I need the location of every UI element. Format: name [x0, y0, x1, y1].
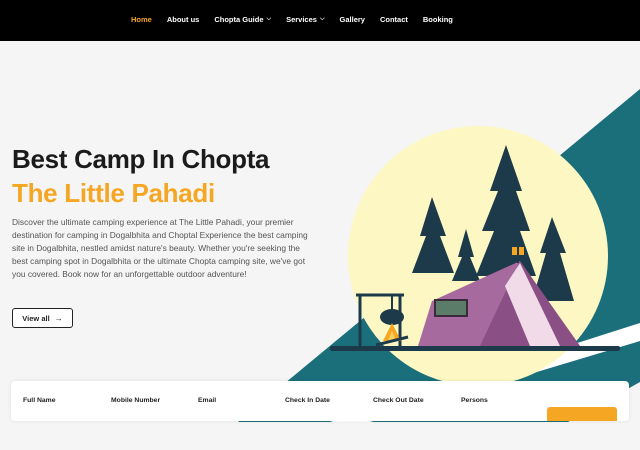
- chevron-down-icon: ⌵: [319, 16, 325, 22]
- booking-form: Full Name Mobile Number Email Check In D…: [11, 381, 629, 421]
- field-label-check-in-date: Check In Date: [285, 397, 330, 404]
- top-navigation-bar: Home About us Chopta Guide ⌵ Services ⌵ Ga…: [0, 0, 640, 41]
- field-label-check-out-date: Check Out Date: [373, 397, 424, 404]
- chevron-down-icon: ⌵: [266, 16, 272, 22]
- nav-item-label: Booking: [422, 15, 453, 24]
- nav-item-booking[interactable]: Booking: [423, 15, 453, 24]
- nav-item-label: About us: [166, 15, 200, 24]
- nav-item-label: Chopta Guide: [214, 15, 264, 24]
- nav-item-about-us[interactable]: About us: [167, 15, 200, 24]
- nav-item-label: Home: [131, 15, 152, 24]
- nav-item-label: Contact: [379, 15, 408, 24]
- field-label-full-name: Full Name: [23, 397, 56, 404]
- nav-item-services[interactable]: Services ⌵: [286, 15, 324, 24]
- field-label-email: Email: [198, 397, 217, 404]
- hero-title: Best Camp In Chopta: [12, 144, 270, 174]
- hero-description: Discover the ultimate camping experience…: [12, 217, 308, 279]
- hero-subtitle: The Little Pahadi: [12, 178, 215, 208]
- field-label-mobile-number: Mobile Number: [111, 397, 161, 404]
- arrow-right-icon: →: [54, 313, 63, 323]
- view-all-button[interactable]: View all →: [12, 308, 73, 328]
- main-nav: Home About us Chopta Guide ⌵ Services ⌵ Ga…: [131, 15, 468, 24]
- booking-submit-button[interactable]: [547, 407, 617, 421]
- nav-item-contact[interactable]: Contact: [380, 15, 408, 24]
- nav-item-gallery[interactable]: Gallery: [340, 15, 365, 24]
- nav-item-chopta-guide[interactable]: Chopta Guide ⌵: [214, 15, 271, 24]
- nav-item-label: Services: [286, 15, 317, 24]
- field-label-persons: Persons: [461, 397, 488, 404]
- nav-item-home[interactable]: Home: [131, 15, 152, 24]
- nav-item-label: Gallery: [339, 15, 365, 24]
- view-all-label: View all: [22, 313, 50, 323]
- ground-line: [330, 346, 620, 351]
